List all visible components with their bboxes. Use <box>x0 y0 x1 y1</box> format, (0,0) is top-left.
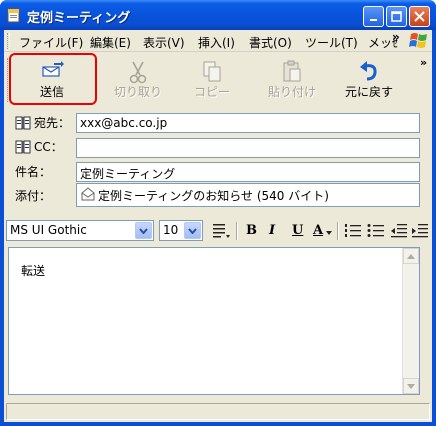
attach-row: 添付： 定例ミーティングのお知らせ (540 バイト) <box>4 183 432 209</box>
cut-label: 切り取り <box>113 85 162 99</box>
italic-button[interactable]: I <box>269 223 275 238</box>
attachment-message-icon <box>81 187 95 201</box>
to-field[interactable]: xxx@abc.co.jp <box>76 113 420 133</box>
increase-indent-icon[interactable] <box>411 223 429 239</box>
bold-button[interactable]: B <box>246 223 257 238</box>
scissors-icon <box>129 61 147 84</box>
copy-label: コピー <box>193 85 230 99</box>
to-label[interactable]: 宛先： <box>15 114 70 131</box>
chevron-down-icon <box>188 227 197 234</box>
paragraph-style-icon[interactable] <box>211 222 231 240</box>
status-bar <box>4 400 432 422</box>
close-icon <box>414 11 425 22</box>
subject-label: 件名： <box>15 165 52 179</box>
menu-format[interactable]: 書式(O) <box>249 34 292 51</box>
attachment-box: 定例ミーティングのお知らせ (540 バイト) <box>76 183 420 207</box>
message-body[interactable]: 転送 <box>8 247 420 395</box>
cc-label[interactable]: CC： <box>15 138 63 155</box>
arrow-up-icon <box>407 253 415 259</box>
font-color-arrow-icon[interactable] <box>326 231 332 235</box>
address-book-icon <box>15 116 31 129</box>
window-title: 定例ミーティング <box>27 11 131 26</box>
cc-label-text: CC： <box>34 140 63 154</box>
menu-insert[interactable]: 挿入(I) <box>198 34 235 51</box>
menu-view[interactable]: 表示(V) <box>143 34 185 51</box>
paste-label: 貼り付け <box>267 85 316 99</box>
copy-button[interactable]: コピー <box>182 54 242 104</box>
format-toolbar: MS UI Gothic 10 B I U A <box>4 219 432 245</box>
attach-label: 添付： <box>15 189 52 203</box>
cc-row: CC： <box>4 134 432 158</box>
font-select[interactable]: MS UI Gothic <box>6 220 154 241</box>
paste-icon <box>283 60 301 82</box>
maximize-button[interactable] <box>386 6 407 27</box>
body-text: 転送 <box>21 264 46 278</box>
size-select[interactable]: 10 <box>159 220 203 241</box>
font-color-button[interactable]: A <box>313 223 323 238</box>
format-separator <box>236 222 238 240</box>
windows-logo-icon <box>409 33 427 48</box>
minimize-button[interactable] <box>363 6 384 27</box>
send-button-highlight <box>9 53 97 105</box>
to-label-text: 宛先： <box>34 116 71 130</box>
attachment-item[interactable]: 定例ミーティングのお知らせ (540 バイト) <box>98 187 329 204</box>
decrease-indent-icon[interactable] <box>390 223 408 239</box>
maximize-icon <box>391 11 402 22</box>
subject-field[interactable]: 定例ミーティング <box>76 162 420 182</box>
address-book-icon <box>15 140 31 153</box>
menu-bar: ファイル(F) 編集(E) 表示(V) 挿入(I) 書式(O) ツール(T) メ… <box>4 30 432 52</box>
menu-edit[interactable]: 編集(E) <box>90 34 131 51</box>
undo-label: 元に戻す <box>344 85 393 99</box>
underline-button[interactable]: U <box>292 223 303 238</box>
font-select-value: MS UI Gothic <box>10 223 87 237</box>
status-pane <box>6 403 430 420</box>
scroll-down-button[interactable] <box>403 378 419 394</box>
cc-field[interactable] <box>76 138 420 158</box>
vertical-scrollbar[interactable] <box>402 248 419 394</box>
undo-button[interactable]: 元に戻す <box>334 54 404 104</box>
menu-tools[interactable]: ツール(T) <box>305 34 358 51</box>
scroll-up-button[interactable] <box>403 248 419 264</box>
arrow-down-icon <box>407 383 415 389</box>
font-dropdown-arrow[interactable] <box>135 222 152 239</box>
to-row: 宛先： xxx@abc.co.jp <box>4 110 432 134</box>
bullet-list-icon[interactable] <box>367 223 385 239</box>
close-button[interactable] <box>409 6 430 27</box>
copy-icon <box>203 61 221 82</box>
menu-file[interactable]: ファイル(F) <box>19 34 83 51</box>
chevron-down-icon <box>139 227 148 234</box>
cut-button[interactable]: 切り取り <box>106 54 170 104</box>
menu-overflow-chevron[interactable]: » <box>392 30 400 44</box>
format-separator <box>337 222 339 240</box>
subject-row: 件名： 定例ミーティング <box>4 159 432 183</box>
message-icon <box>7 8 20 23</box>
paste-button[interactable]: 貼り付け <box>258 54 326 104</box>
size-dropdown-arrow[interactable] <box>184 222 201 239</box>
title-bar[interactable]: 定例ミーティング <box>0 0 436 30</box>
menu-grip[interactable] <box>7 33 10 49</box>
minimize-icon <box>369 18 377 21</box>
undo-icon <box>360 61 377 81</box>
toolbar-overflow-chevron[interactable]: » <box>420 56 427 69</box>
size-select-value: 10 <box>163 223 179 237</box>
numbered-list-icon[interactable] <box>344 223 362 239</box>
